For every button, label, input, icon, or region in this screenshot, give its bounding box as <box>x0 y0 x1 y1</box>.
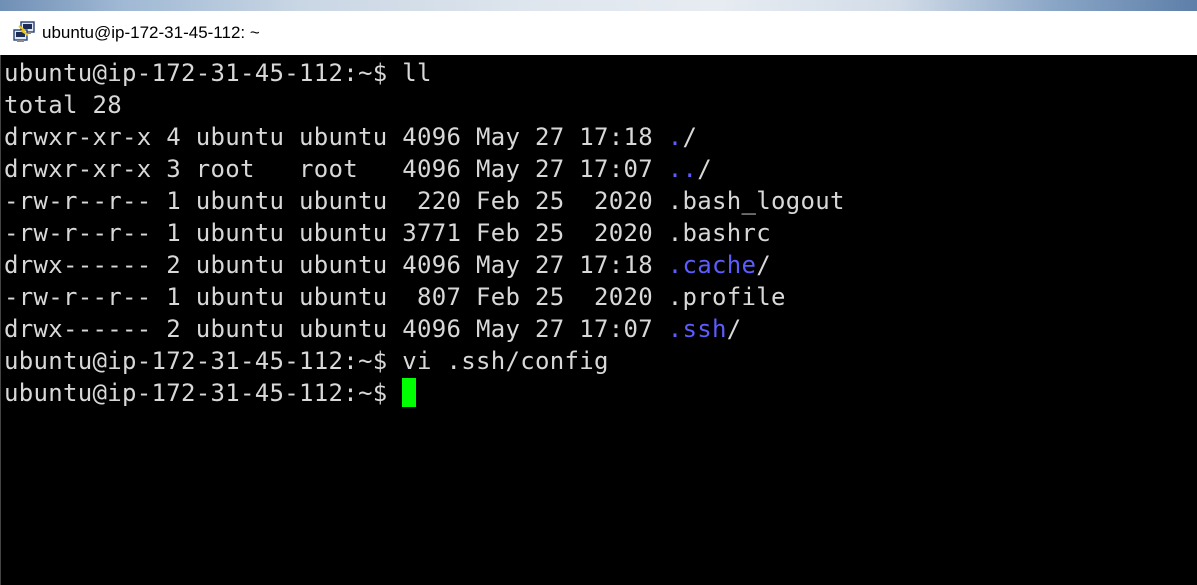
listing-name: .bashrc <box>667 219 771 247</box>
listing-row: -rw-r--r-- 1 ubuntu ubuntu 3771 Feb 25 2… <box>4 217 771 249</box>
terminal-output-area[interactable]: ubuntu@ip-172-31-45-112:~$ ll total 28 d… <box>0 55 1197 585</box>
listing-row: -rw-r--r-- 1 ubuntu ubuntu 807 Feb 25 20… <box>4 281 786 313</box>
listing-name: .bash_logout <box>667 187 845 215</box>
command-text: ll <box>402 59 432 87</box>
listing-row: drwx------ 2 ubuntu ubuntu 4096 May 27 1… <box>4 249 771 281</box>
listing-name: .cache <box>667 251 757 279</box>
listing-suffix: / <box>682 123 698 151</box>
listing-suffix: / <box>726 315 742 343</box>
listing-row: drwx------ 2 ubuntu ubuntu 4096 May 27 1… <box>4 313 741 345</box>
listing-name: . <box>667 123 683 151</box>
listing-meta: -rw-r--r-- 1 ubuntu ubuntu 807 Feb 25 20… <box>4 283 668 311</box>
listing-meta: drwxr-xr-x 3 root root 4096 May 27 17:07 <box>4 155 668 183</box>
listing-row: drwxr-xr-x 3 root root 4096 May 27 17:07… <box>4 153 712 185</box>
putty-terminal-icon[interactable] <box>12 21 36 45</box>
prompt: ubuntu@ip-172-31-45-112:~$ <box>4 379 403 407</box>
listing-meta: -rw-r--r-- 1 ubuntu ubuntu 220 Feb 25 20… <box>4 187 668 215</box>
terminal-line-total: total 28 <box>4 91 122 119</box>
listing-name: .. <box>667 155 698 183</box>
prompt: ubuntu@ip-172-31-45-112:~$ <box>4 347 403 375</box>
terminal-cursor <box>402 378 417 407</box>
listing-meta: -rw-r--r-- 1 ubuntu ubuntu 3771 Feb 25 2… <box>4 219 668 247</box>
desktop-background-strip <box>0 0 1197 11</box>
listing-meta: drwx------ 2 ubuntu ubuntu 4096 May 27 1… <box>4 251 668 279</box>
listing-row: drwxr-xr-x 4 ubuntu ubuntu 4096 May 27 1… <box>4 121 697 153</box>
listing-row: -rw-r--r-- 1 ubuntu ubuntu 220 Feb 25 20… <box>4 185 845 217</box>
listing-meta: drwx------ 2 ubuntu ubuntu 4096 May 27 1… <box>4 315 668 343</box>
terminal-line-command: ubuntu@ip-172-31-45-112:~$ ll <box>4 57 432 89</box>
listing-suffix: / <box>697 155 712 183</box>
command-text: vi .ssh/config <box>402 347 609 375</box>
terminal-line-active-prompt[interactable]: ubuntu@ip-172-31-45-112:~$ <box>4 377 417 409</box>
listing-name: .ssh <box>667 315 727 343</box>
listing-name: .profile <box>667 283 786 311</box>
window-title: ubuntu@ip-172-31-45-112: ~ <box>42 23 260 42</box>
listing-suffix: / <box>756 251 771 279</box>
prompt: ubuntu@ip-172-31-45-112:~$ <box>4 59 403 87</box>
window-titlebar[interactable]: ubuntu@ip-172-31-45-112: ~ <box>0 11 1197 55</box>
listing-meta: drwxr-xr-x 4 ubuntu ubuntu 4096 May 27 1… <box>4 123 668 151</box>
terminal-window: ubuntu@ip-172-31-45-112: ~ ubuntu@ip-172… <box>0 0 1197 585</box>
terminal-line-command: ubuntu@ip-172-31-45-112:~$ vi .ssh/confi… <box>4 345 609 377</box>
